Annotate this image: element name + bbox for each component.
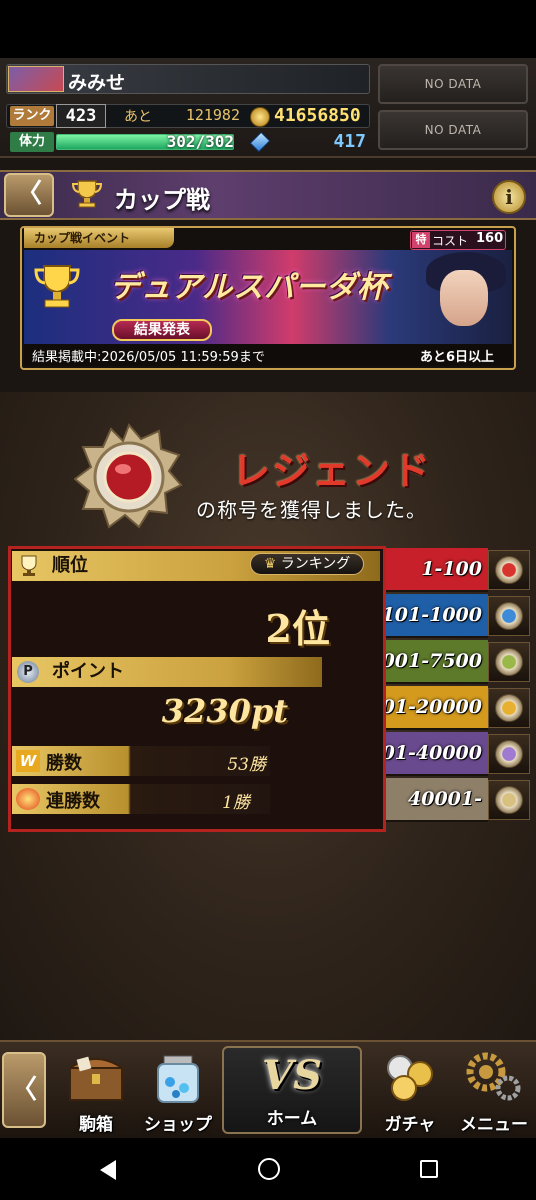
tier-medal-icon bbox=[495, 786, 523, 814]
nav-back-button[interactable]: 〈 bbox=[2, 1052, 46, 1128]
nav-item-menu[interactable]: メニュー bbox=[452, 1046, 536, 1135]
streak-label: 連勝数 bbox=[46, 791, 100, 812]
event-tag: カップ戦イベント bbox=[24, 228, 174, 248]
system-back-icon[interactable] bbox=[100, 1160, 116, 1180]
nav-label-menu: メニュー bbox=[460, 1115, 528, 1135]
player-header: みみせ ランク 423 あと 121982 体力 302/302 4165685… bbox=[0, 58, 536, 158]
point-icon: P bbox=[17, 661, 39, 683]
character-portrait bbox=[440, 270, 488, 326]
system-status-bar bbox=[0, 0, 536, 58]
vs-icon: VS bbox=[262, 1052, 322, 1099]
coins-icon bbox=[387, 1055, 433, 1101]
nav-item-gacha[interactable]: ガチャ bbox=[370, 1046, 450, 1135]
gem-count: 417 bbox=[333, 131, 366, 152]
rank-label: ランク bbox=[10, 106, 54, 126]
nav-label-shop: ショップ bbox=[144, 1115, 212, 1135]
legend-medal-icon bbox=[74, 423, 183, 529]
crown-icon: ♛ bbox=[263, 556, 277, 572]
cost-value: 160 bbox=[476, 231, 504, 246]
page-title: カップ戦 bbox=[114, 186, 210, 214]
point-header: ポイント bbox=[12, 657, 322, 687]
jar-icon bbox=[157, 1055, 199, 1103]
nav-item-komabako[interactable]: 駒箱 bbox=[56, 1046, 136, 1135]
event-remaining: あと6日以上 bbox=[420, 350, 495, 365]
rank-result: 2位 bbox=[265, 606, 330, 651]
wins-label: 勝数 bbox=[46, 753, 82, 774]
ranking-button-label: ランキング bbox=[280, 556, 351, 572]
ranking-button[interactable]: ♛ ランキング bbox=[250, 553, 364, 575]
point-result: 3230pt bbox=[161, 692, 288, 730]
slot-nodata-1[interactable]: NO DATA bbox=[378, 64, 528, 104]
title-name: レジェンド bbox=[232, 448, 433, 493]
info-button[interactable]: i bbox=[492, 180, 526, 214]
streak-value: 1勝 bbox=[222, 793, 250, 813]
slot-nodata-2[interactable]: NO DATA bbox=[378, 110, 528, 150]
gem-icon bbox=[249, 131, 271, 153]
trophy-icon bbox=[71, 180, 103, 208]
result-badge: 結果発表 bbox=[112, 319, 212, 341]
next-rank-label: あと bbox=[124, 109, 152, 125]
rank-header-label: 順位 bbox=[52, 555, 88, 576]
player-name: みみせ bbox=[68, 72, 126, 94]
nav-label-gacha: ガチャ bbox=[384, 1115, 436, 1135]
title-acquired-message: の称号を獲得しました。 bbox=[196, 498, 427, 522]
android-navigation-bar bbox=[0, 1138, 536, 1200]
system-recents-icon[interactable] bbox=[420, 1160, 438, 1178]
avatar[interactable] bbox=[8, 66, 64, 92]
coin-icon bbox=[250, 107, 270, 127]
event-title: デュアルスパーダ杯 bbox=[110, 270, 389, 305]
flame-icon bbox=[16, 788, 40, 810]
next-rank-value: 121982 bbox=[185, 106, 240, 124]
stamina-label: 体力 bbox=[10, 132, 54, 152]
nav-item-shop[interactable]: ショップ bbox=[138, 1046, 218, 1135]
treasure-chest-icon bbox=[66, 1056, 126, 1101]
system-home-icon[interactable] bbox=[258, 1158, 280, 1180]
tier-medal-icon bbox=[495, 648, 523, 676]
cost-label: コスト bbox=[432, 234, 469, 248]
stamina-text: 302/302 bbox=[166, 132, 234, 151]
rank-value: 423 bbox=[56, 104, 106, 128]
cup-trophy-icon bbox=[34, 265, 80, 308]
back-button[interactable]: 〈 bbox=[4, 173, 54, 217]
tier-medal-icon bbox=[495, 740, 523, 768]
nav-label-komabako: 駒箱 bbox=[79, 1115, 113, 1135]
tier-medal-icon bbox=[495, 694, 523, 722]
point-header-label: ポイント bbox=[52, 661, 124, 682]
nav-label-home: ホーム bbox=[266, 1109, 318, 1129]
coin-count: 41656850 bbox=[274, 105, 361, 126]
tier-medal-icon bbox=[495, 556, 523, 584]
trophy-small-icon bbox=[21, 555, 37, 576]
nav-item-home[interactable]: VS ホーム bbox=[222, 1046, 362, 1134]
tier-medal-icon bbox=[495, 602, 523, 630]
wins-icon: W bbox=[16, 750, 40, 772]
event-period: 結果掲載中:2026/05/05 11:59:59まで bbox=[32, 350, 265, 365]
gear-icon bbox=[466, 1052, 521, 1101]
wins-value: 53勝 bbox=[227, 755, 266, 775]
cost-special-mark: 特 bbox=[412, 232, 430, 248]
